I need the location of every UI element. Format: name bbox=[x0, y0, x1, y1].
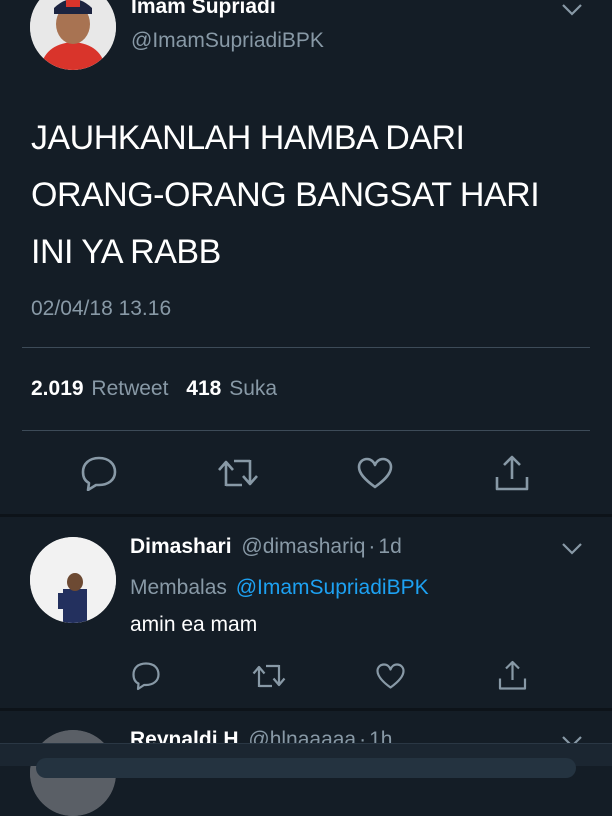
display-name[interactable]: Imam Supriadi bbox=[131, 0, 276, 20]
retweet-icon[interactable] bbox=[251, 662, 287, 690]
replying-to-handle[interactable]: @ImamSupriadiBPK bbox=[236, 576, 429, 599]
section-separator bbox=[0, 514, 612, 517]
separator-dot: · bbox=[368, 535, 376, 558]
tweet-text-line: ORANG-ORANG BANGSAT HARI bbox=[31, 176, 540, 214]
tweet-text-line: INI YA RABB bbox=[31, 233, 221, 271]
section-separator bbox=[0, 708, 612, 711]
like-label[interactable]: Suka bbox=[229, 377, 277, 400]
chevron-down-icon[interactable] bbox=[561, 2, 583, 18]
retweet-count[interactable]: 2.019 bbox=[31, 377, 84, 400]
divider bbox=[22, 430, 590, 431]
share-icon[interactable] bbox=[497, 659, 528, 692]
replying-prefix: Membalas bbox=[130, 576, 227, 599]
retweet-label[interactable]: Retweet bbox=[91, 377, 168, 400]
like-icon[interactable] bbox=[356, 456, 394, 490]
reply-header: Dimashari @dimashariq · 1d bbox=[130, 534, 402, 560]
user-handle[interactable]: @dimashariq bbox=[241, 535, 365, 558]
divider bbox=[22, 347, 590, 348]
reply-text: amin ea mam bbox=[130, 613, 258, 636]
replying-to: Membalas @ImamSupriadiBPK bbox=[130, 575, 429, 601]
retweet-icon[interactable] bbox=[216, 456, 260, 490]
compose-field[interactable] bbox=[36, 758, 576, 778]
timestamp: 02/04/18 13.16 bbox=[31, 297, 172, 320]
display-name[interactable]: Dimashari bbox=[130, 535, 232, 558]
tweet-age: 1d bbox=[378, 535, 402, 558]
share-icon[interactable] bbox=[493, 453, 531, 493]
tweet-text-line: JAUHKANLAH HAMBA DARI bbox=[31, 119, 465, 157]
avatar[interactable] bbox=[30, 537, 116, 623]
reply-icon[interactable] bbox=[131, 661, 161, 691]
like-count[interactable]: 418 bbox=[186, 377, 221, 400]
tweet-text: JAUHKANLAH HAMBA DARI ORANG-ORANG BANGSA… bbox=[31, 110, 540, 281]
avatar[interactable] bbox=[30, 0, 116, 70]
like-icon[interactable] bbox=[375, 662, 406, 690]
tweet-stats: 2.019 Retweet 418 Suka bbox=[31, 376, 277, 402]
chevron-down-icon[interactable] bbox=[561, 541, 583, 557]
user-handle[interactable]: @ImamSupriadiBPK bbox=[131, 28, 324, 54]
bottom-bar bbox=[0, 743, 612, 778]
reply-icon[interactable] bbox=[80, 455, 118, 491]
